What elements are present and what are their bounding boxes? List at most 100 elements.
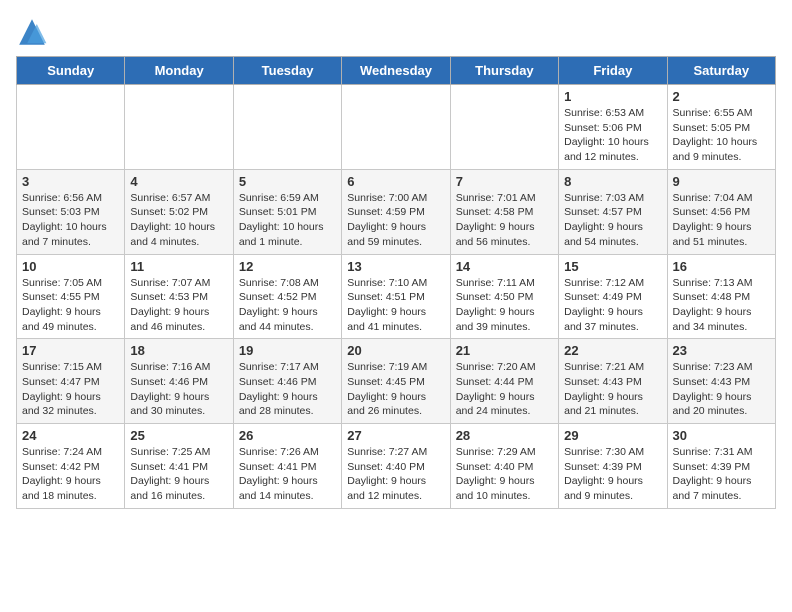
calendar-cell: 5Sunrise: 6:59 AM Sunset: 5:01 PM Daylig…	[233, 169, 341, 254]
day-info: Sunrise: 7:24 AM Sunset: 4:42 PM Dayligh…	[22, 445, 119, 504]
calendar-cell: 29 Sunrise: 7:30 AM Sunset: 4:39 PM Dayli…	[559, 424, 667, 509]
day-number: 8	[564, 174, 661, 189]
day-info: Sunrise: 7:10 AM Sunset: 4:51 PM Dayligh…	[347, 276, 444, 335]
day-number: 14	[456, 259, 553, 274]
calendar-cell: 30 Sunrise: 7:31 AM Sunset: 4:39 PM Dayli…	[667, 424, 775, 509]
day-number: 16	[673, 259, 770, 274]
day-info: Sunrise: 7:13 AM Sunset: 4:48 PM Dayligh…	[673, 276, 770, 335]
calendar-week-row: 17 Sunrise: 7:15 AM Sunset: 4:47 PM Dayli…	[17, 339, 776, 424]
calendar-cell: 27Sunrise: 7:27 AM Sunset: 4:40 PM Dayli…	[342, 424, 450, 509]
day-info: Sunrise: 7:20 AM Sunset: 4:44 PM Dayligh…	[456, 360, 553, 419]
calendar-cell: 18 Sunrise: 7:16 AM Sunset: 4:46 PM Dayli…	[125, 339, 233, 424]
day-info: Sunrise: 7:12 AM Sunset: 4:49 PM Dayligh…	[564, 276, 661, 335]
weekday-header-friday: Friday	[559, 57, 667, 85]
day-info: Sunrise: 7:01 AM Sunset: 4:58 PM Dayligh…	[456, 191, 553, 250]
day-info: Sunrise: 7:07 AM Sunset: 4:53 PM Dayligh…	[130, 276, 227, 335]
day-info: Sunrise: 7:30 AM Sunset: 4:39 PM Dayligh…	[564, 445, 661, 504]
day-number: 17	[22, 343, 119, 358]
calendar-cell	[342, 85, 450, 170]
weekday-header-saturday: Saturday	[667, 57, 775, 85]
day-number: 13	[347, 259, 444, 274]
calendar-cell: 1Sunrise: 6:53 AM Sunset: 5:06 PM Daylig…	[559, 85, 667, 170]
day-info: Sunrise: 7:03 AM Sunset: 4:57 PM Dayligh…	[564, 191, 661, 250]
calendar-cell: 10 Sunrise: 7:05 AM Sunset: 4:55 PM Dayli…	[17, 254, 125, 339]
calendar-cell: 23 Sunrise: 7:23 AM Sunset: 4:43 PM Dayli…	[667, 339, 775, 424]
calendar-cell: 24Sunrise: 7:24 AM Sunset: 4:42 PM Dayli…	[17, 424, 125, 509]
day-number: 12	[239, 259, 336, 274]
calendar-cell: 15 Sunrise: 7:12 AM Sunset: 4:49 PM Dayli…	[559, 254, 667, 339]
day-info: Sunrise: 7:31 AM Sunset: 4:39 PM Dayligh…	[673, 445, 770, 504]
calendar-week-row: 24Sunrise: 7:24 AM Sunset: 4:42 PM Dayli…	[17, 424, 776, 509]
calendar-table: SundayMondayTuesdayWednesdayThursdayFrid…	[16, 56, 776, 509]
day-number: 30	[673, 428, 770, 443]
day-number: 23	[673, 343, 770, 358]
weekday-header-monday: Monday	[125, 57, 233, 85]
day-info: Sunrise: 7:16 AM Sunset: 4:46 PM Dayligh…	[130, 360, 227, 419]
day-info: Sunrise: 7:29 AM Sunset: 4:40 PM Dayligh…	[456, 445, 553, 504]
calendar-cell: 7 Sunrise: 7:01 AM Sunset: 4:58 PM Daylig…	[450, 169, 558, 254]
day-number: 26	[239, 428, 336, 443]
day-number: 4	[130, 174, 227, 189]
day-info: Sunrise: 6:55 AM Sunset: 5:05 PM Dayligh…	[673, 106, 770, 165]
day-number: 2	[673, 89, 770, 104]
calendar-cell: 22 Sunrise: 7:21 AM Sunset: 4:43 PM Dayli…	[559, 339, 667, 424]
day-info: Sunrise: 7:17 AM Sunset: 4:46 PM Dayligh…	[239, 360, 336, 419]
day-info: Sunrise: 7:11 AM Sunset: 4:50 PM Dayligh…	[456, 276, 553, 335]
calendar-cell: 25 Sunrise: 7:25 AM Sunset: 4:41 PM Dayli…	[125, 424, 233, 509]
day-number: 7	[456, 174, 553, 189]
calendar-cell: 3Sunrise: 6:56 AM Sunset: 5:03 PM Daylig…	[17, 169, 125, 254]
day-number: 20	[347, 343, 444, 358]
day-info: Sunrise: 7:21 AM Sunset: 4:43 PM Dayligh…	[564, 360, 661, 419]
calendar-cell: 8 Sunrise: 7:03 AM Sunset: 4:57 PM Daylig…	[559, 169, 667, 254]
day-info: Sunrise: 6:56 AM Sunset: 5:03 PM Dayligh…	[22, 191, 119, 250]
calendar-cell	[450, 85, 558, 170]
day-info: Sunrise: 6:57 AM Sunset: 5:02 PM Dayligh…	[130, 191, 227, 250]
day-number: 6	[347, 174, 444, 189]
day-info: Sunrise: 7:25 AM Sunset: 4:41 PM Dayligh…	[130, 445, 227, 504]
calendar-cell: 2 Sunrise: 6:55 AM Sunset: 5:05 PM Daylig…	[667, 85, 775, 170]
day-number: 1	[564, 89, 661, 104]
day-number: 21	[456, 343, 553, 358]
day-number: 22	[564, 343, 661, 358]
calendar-cell: 19 Sunrise: 7:17 AM Sunset: 4:46 PM Dayli…	[233, 339, 341, 424]
calendar-week-row: 3Sunrise: 6:56 AM Sunset: 5:03 PM Daylig…	[17, 169, 776, 254]
day-info: Sunrise: 7:15 AM Sunset: 4:47 PM Dayligh…	[22, 360, 119, 419]
calendar-cell: 16 Sunrise: 7:13 AM Sunset: 4:48 PM Dayli…	[667, 254, 775, 339]
day-info: Sunrise: 7:26 AM Sunset: 4:41 PM Dayligh…	[239, 445, 336, 504]
day-info: Sunrise: 7:23 AM Sunset: 4:43 PM Dayligh…	[673, 360, 770, 419]
weekday-header-sunday: Sunday	[17, 57, 125, 85]
day-info: Sunrise: 7:08 AM Sunset: 4:52 PM Dayligh…	[239, 276, 336, 335]
day-info: Sunrise: 7:05 AM Sunset: 4:55 PM Dayligh…	[22, 276, 119, 335]
day-number: 15	[564, 259, 661, 274]
day-info: Sunrise: 7:27 AM Sunset: 4:40 PM Dayligh…	[347, 445, 444, 504]
weekday-header-thursday: Thursday	[450, 57, 558, 85]
calendar-cell: 4 Sunrise: 6:57 AM Sunset: 5:02 PM Daylig…	[125, 169, 233, 254]
day-number: 10	[22, 259, 119, 274]
calendar-cell: 6 Sunrise: 7:00 AM Sunset: 4:59 PM Daylig…	[342, 169, 450, 254]
day-number: 11	[130, 259, 227, 274]
calendar-cell: 9 Sunrise: 7:04 AM Sunset: 4:56 PM Daylig…	[667, 169, 775, 254]
calendar-cell	[17, 85, 125, 170]
day-info: Sunrise: 7:04 AM Sunset: 4:56 PM Dayligh…	[673, 191, 770, 250]
day-number: 9	[673, 174, 770, 189]
page-header	[16, 16, 776, 48]
calendar-cell	[233, 85, 341, 170]
calendar-week-row: 1Sunrise: 6:53 AM Sunset: 5:06 PM Daylig…	[17, 85, 776, 170]
calendar-cell: 13 Sunrise: 7:10 AM Sunset: 4:51 PM Dayli…	[342, 254, 450, 339]
logo-icon	[16, 16, 48, 48]
calendar-cell: 12 Sunrise: 7:08 AM Sunset: 4:52 PM Dayli…	[233, 254, 341, 339]
calendar-cell: 17 Sunrise: 7:15 AM Sunset: 4:47 PM Dayli…	[17, 339, 125, 424]
day-number: 29	[564, 428, 661, 443]
day-info: Sunrise: 7:19 AM Sunset: 4:45 PM Dayligh…	[347, 360, 444, 419]
weekday-header-row: SundayMondayTuesdayWednesdayThursdayFrid…	[17, 57, 776, 85]
day-info: Sunrise: 7:00 AM Sunset: 4:59 PM Dayligh…	[347, 191, 444, 250]
weekday-header-tuesday: Tuesday	[233, 57, 341, 85]
day-number: 19	[239, 343, 336, 358]
calendar-cell: 20 Sunrise: 7:19 AM Sunset: 4:45 PM Dayli…	[342, 339, 450, 424]
day-number: 18	[130, 343, 227, 358]
weekday-header-wednesday: Wednesday	[342, 57, 450, 85]
day-number: 25	[130, 428, 227, 443]
day-number: 5	[239, 174, 336, 189]
calendar-cell	[125, 85, 233, 170]
calendar-week-row: 10 Sunrise: 7:05 AM Sunset: 4:55 PM Dayli…	[17, 254, 776, 339]
